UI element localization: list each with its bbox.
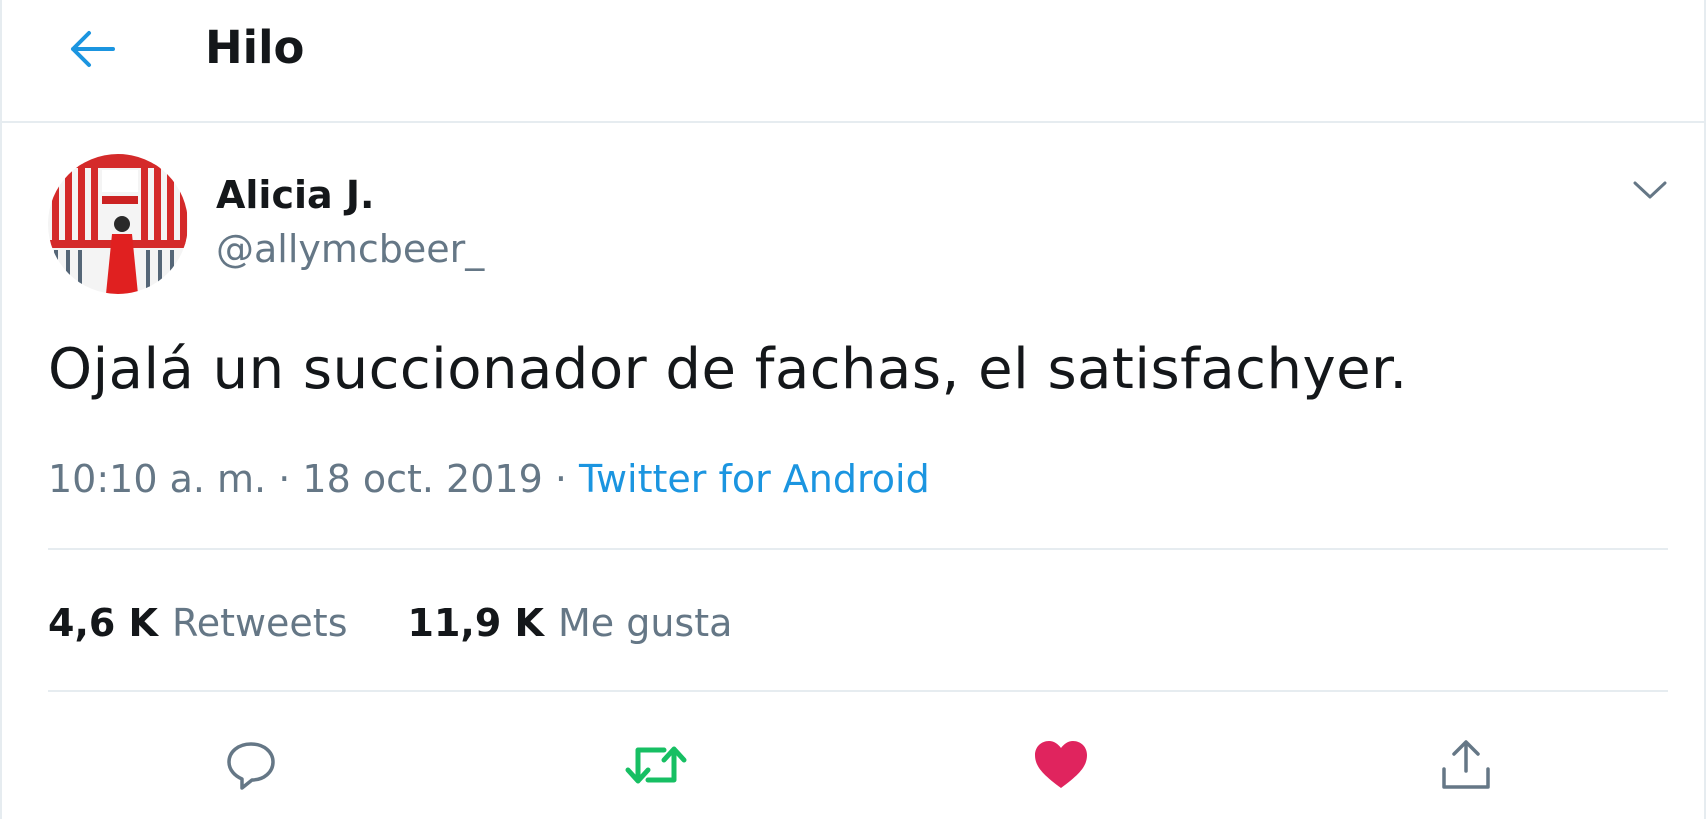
like-button[interactable] [1024, 728, 1098, 802]
reply-button[interactable] [214, 728, 288, 802]
chevron-down-icon [1633, 181, 1667, 199]
tweet-date[interactable]: 18 oct. 2019 [302, 457, 542, 501]
page-title: Hilo [205, 21, 305, 74]
speech-bubble-icon [227, 742, 275, 790]
meta-separator: · [278, 457, 303, 501]
back-button[interactable] [60, 22, 124, 76]
thread-header: Hilo [2, 0, 1704, 123]
divider [48, 690, 1668, 692]
likes-stat[interactable]: 11,9 K Me gusta [408, 596, 733, 650]
likes-count: 11,9 K [407, 601, 544, 645]
tweet-thread-page: Hilo Alicia J. @allymcbeer_ Ojalá un suc… [0, 0, 1706, 819]
retweet-button[interactable] [619, 728, 693, 802]
arrow-left-icon [71, 31, 115, 67]
retweets-label: Retweets [172, 601, 348, 645]
retweet-icon [625, 746, 687, 784]
tweet-time[interactable]: 10:10 a. m. [48, 457, 266, 501]
meta-separator: · [554, 457, 580, 501]
tweet-options-button[interactable] [1622, 168, 1678, 212]
likes-label: Me gusta [557, 601, 733, 645]
heart-icon [1035, 741, 1087, 788]
author-handle[interactable]: @allymcbeer_ [216, 226, 484, 272]
share-upload-icon [1442, 740, 1490, 789]
tweet-source-link[interactable]: Twitter for Android [579, 457, 930, 501]
tweet-text: Ojalá un succionador de fachas, el satis… [48, 337, 1408, 402]
tweet-meta: 10:10 a. m. · 18 oct. 2019 · Twitter for… [48, 452, 930, 506]
retweets-count: 4,6 K [48, 601, 158, 645]
share-button[interactable] [1429, 728, 1503, 802]
tweet-stats: 4,6 K Retweets 11,9 K Me gusta [48, 596, 792, 650]
avatar[interactable] [48, 154, 188, 294]
author-name[interactable]: Alicia J. [216, 172, 374, 218]
retweets-stat[interactable]: 4,6 K Retweets [48, 596, 348, 650]
divider [48, 548, 1668, 550]
avatar-image [48, 154, 188, 294]
